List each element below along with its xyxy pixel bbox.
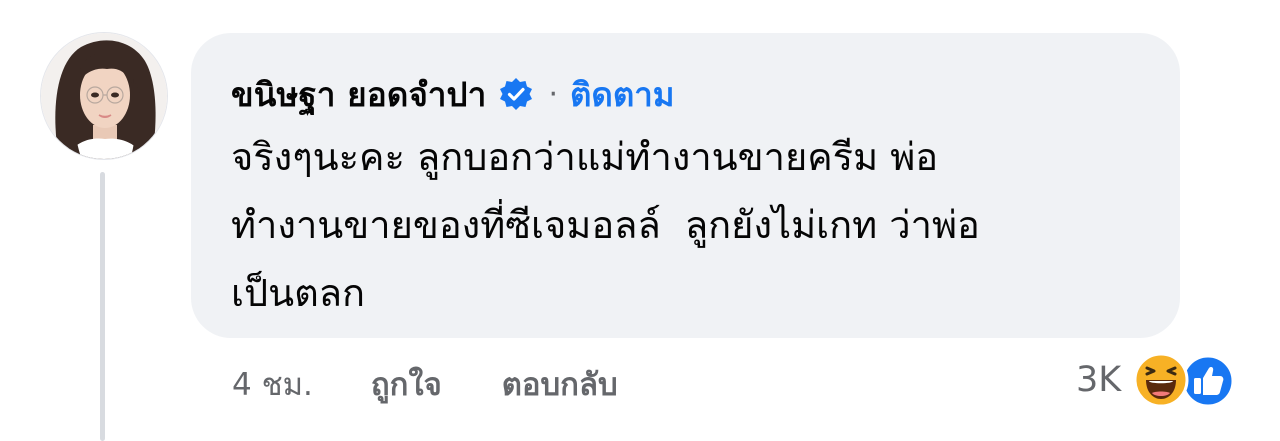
haha-reaction-icon	[1133, 352, 1189, 412]
comment-header: ขนิษฐา ยอดจำปา · ติดตาม	[231, 67, 1140, 121]
verified-badge-icon	[498, 76, 534, 112]
follow-button[interactable]: ติดตาม	[570, 68, 675, 121]
like-button[interactable]: ถูกใจ	[371, 359, 442, 409]
comment-actions: 4 ชม. ถูกใจ ตอบกลับ	[232, 360, 618, 408]
reaction-summary[interactable]: 3K	[1076, 352, 1237, 408]
separator-dot: ·	[548, 76, 558, 112]
avatar[interactable]	[40, 32, 168, 160]
comment-item: ขนิษฐา ยอดจำปา · ติดตาม จริงๆนะคะ ลูกบอก…	[0, 0, 1280, 441]
comment-bubble: ขนิษฐา ยอดจำปา · ติดตาม จริงๆนะคะ ลูกบอก…	[191, 33, 1180, 338]
thread-line	[100, 172, 105, 441]
author-name[interactable]: ขนิษฐา ยอดจำปา	[231, 68, 486, 121]
like-reaction-icon	[1181, 354, 1235, 412]
comment-timestamp[interactable]: 4 ชม.	[232, 359, 313, 409]
reply-button[interactable]: ตอบกลับ	[502, 359, 618, 409]
comment-text: จริงๆนะคะ ลูกบอกว่าแม่ทำงานขายครีม พ่อ ท…	[231, 135, 980, 315]
reaction-icons	[1133, 352, 1237, 408]
reaction-count[interactable]: 3K	[1076, 360, 1121, 400]
